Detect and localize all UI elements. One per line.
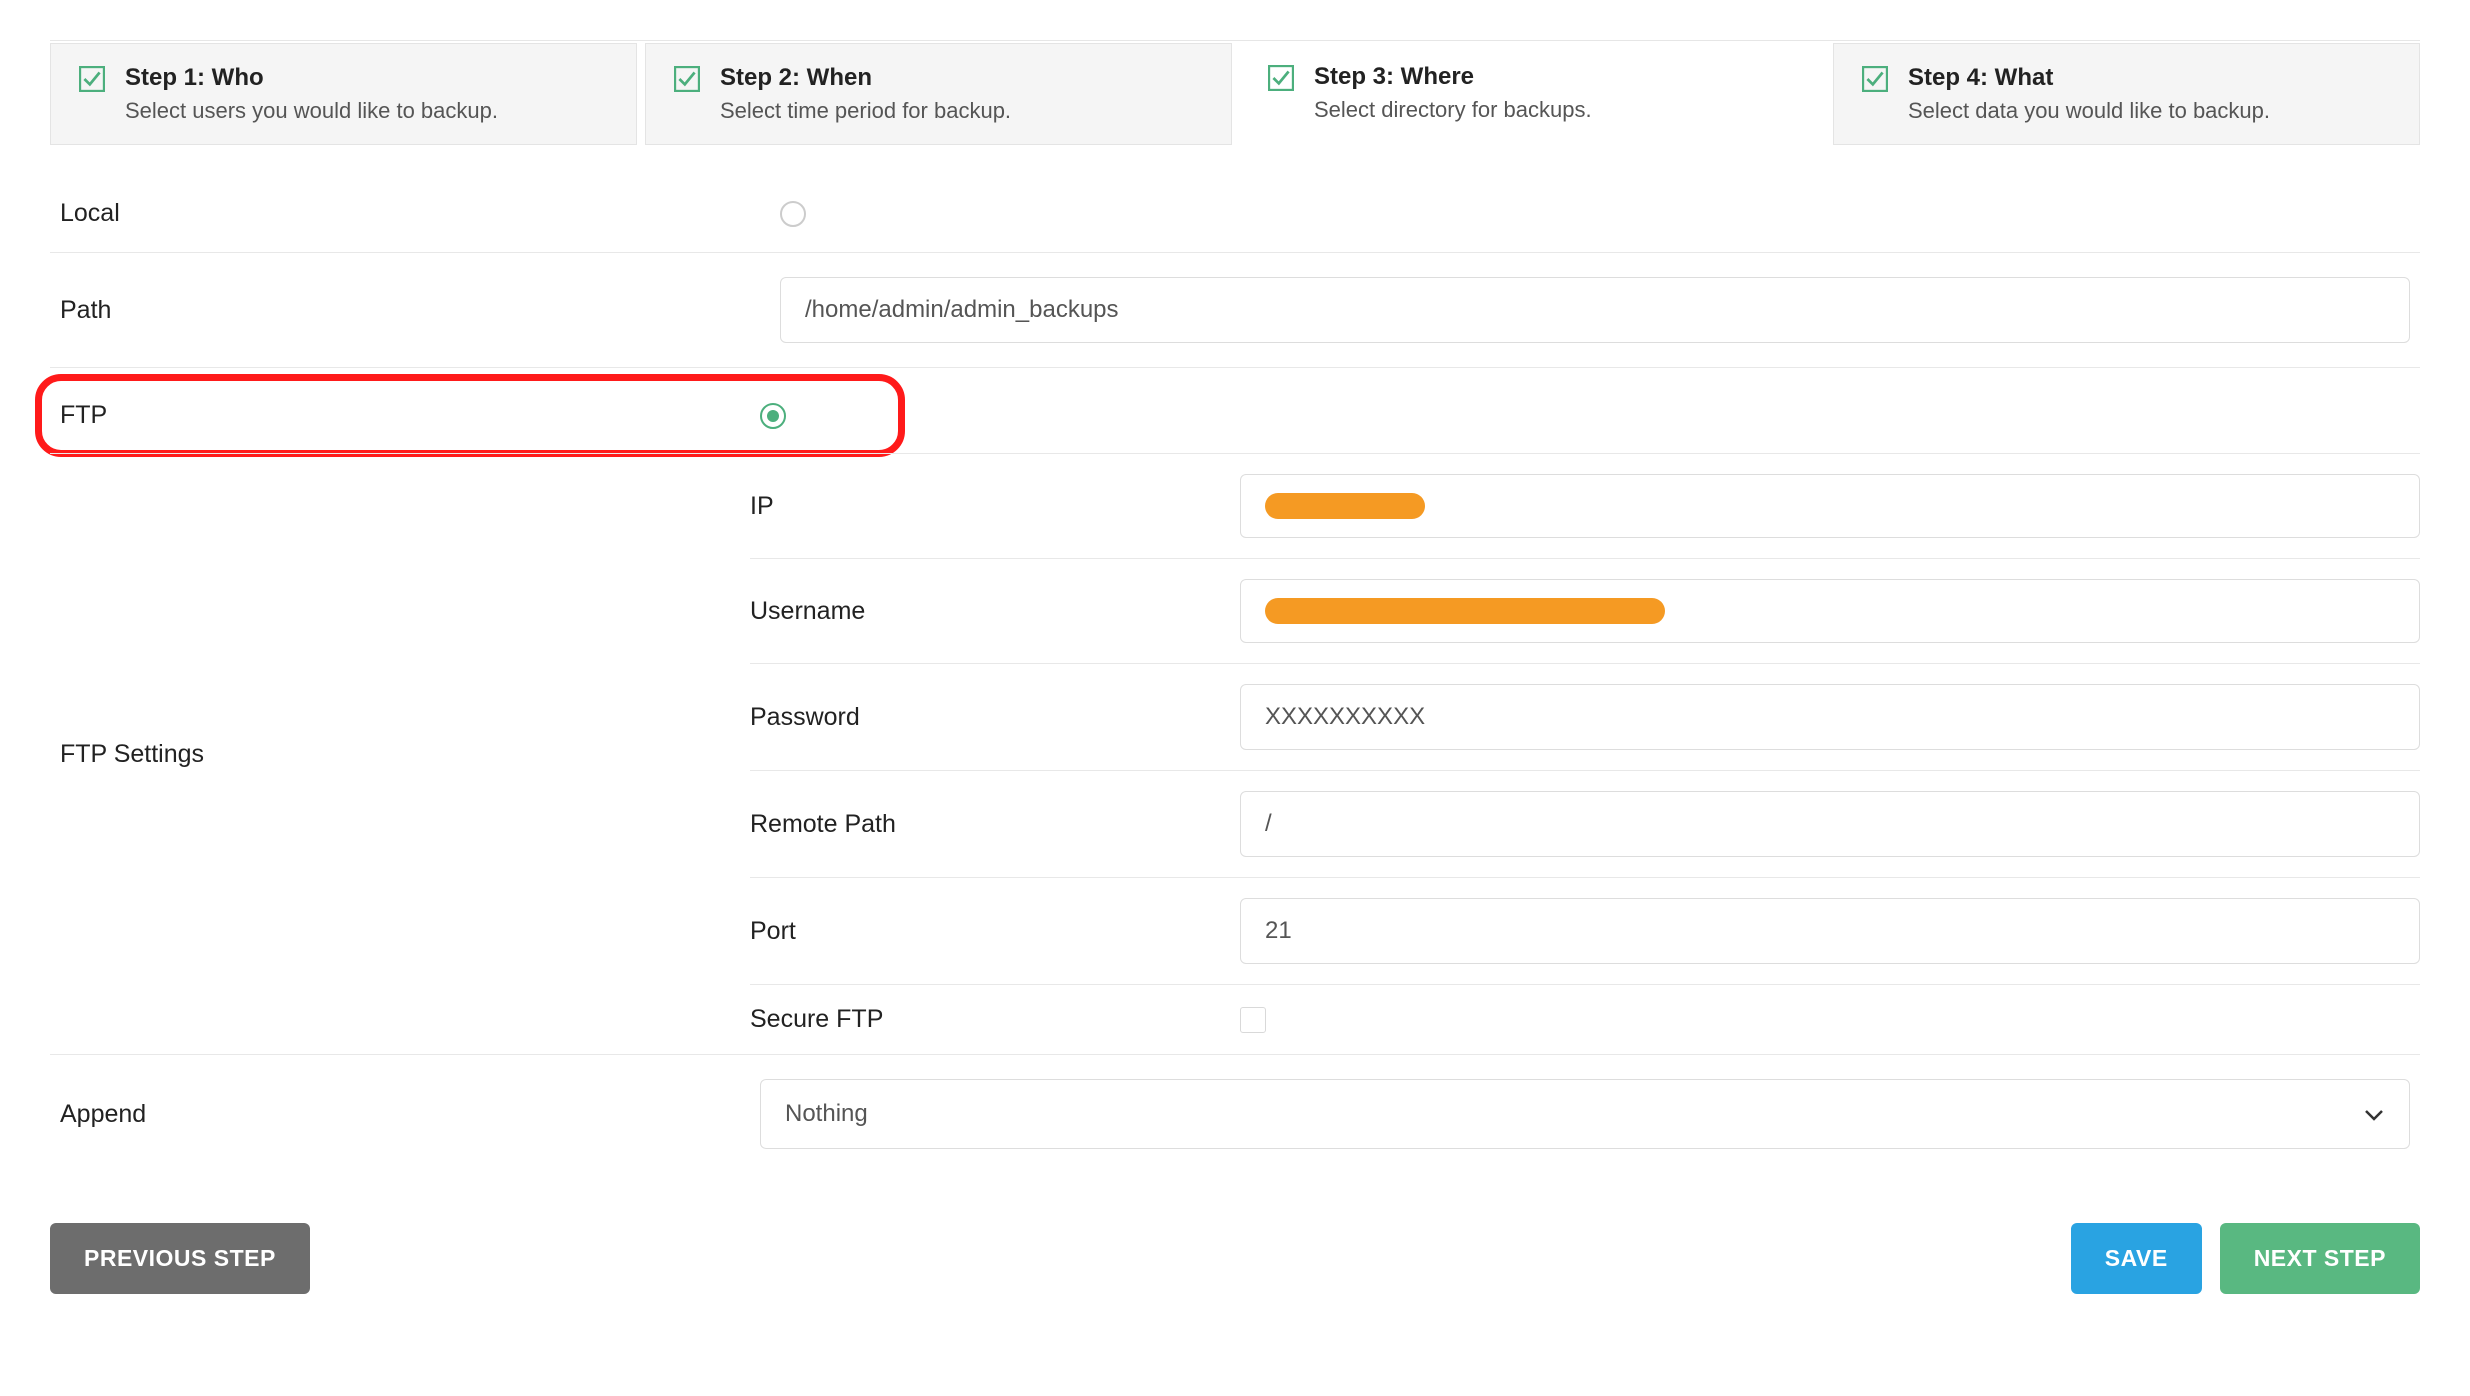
redacted-value: [1265, 493, 1425, 519]
row-ftp: FTP: [50, 381, 890, 450]
ftp-radio[interactable]: [760, 403, 786, 429]
append-label: Append: [60, 1100, 760, 1129]
username-input[interactable]: [1240, 579, 2420, 643]
wizard-steps: Step 1: Who Select users you would like …: [50, 40, 2420, 145]
row-append: Append Nothing: [50, 1055, 2420, 1173]
row-remote-path: Remote Path: [750, 771, 2420, 878]
check-icon: [674, 66, 700, 99]
check-icon: [79, 66, 105, 99]
local-radio[interactable]: [780, 201, 806, 227]
row-password: Password: [750, 664, 2420, 771]
port-input[interactable]: [1240, 898, 2420, 964]
redacted-value: [1265, 598, 1665, 624]
step-where[interactable]: Step 3: Where Select directory for backu…: [1240, 43, 1825, 145]
row-username: Username: [750, 559, 2420, 664]
ftp-row-highlight: FTP: [35, 374, 905, 457]
check-icon: [1268, 65, 1294, 98]
ip-label: IP: [750, 492, 1240, 521]
ftp-label: FTP: [60, 401, 760, 430]
step-title: Step 4: What: [1908, 64, 2270, 92]
row-ip: IP: [750, 454, 2420, 559]
step-title: Step 1: Who: [125, 64, 498, 92]
step-title: Step 3: Where: [1314, 63, 1592, 91]
path-input[interactable]: [780, 277, 2410, 343]
ftp-settings-group: FTP Settings IP Username Passw: [50, 454, 2420, 1055]
previous-step-button[interactable]: PREVIOUS STEP: [50, 1223, 310, 1294]
password-input[interactable]: [1240, 684, 2420, 750]
step-desc: Select time period for backup.: [720, 98, 1011, 124]
username-label: Username: [750, 597, 1240, 626]
append-selected-value: Nothing: [760, 1079, 2410, 1149]
secure-ftp-checkbox[interactable]: [1240, 1007, 1266, 1033]
password-label: Password: [750, 703, 1240, 732]
row-local: Local: [50, 175, 2420, 253]
step-desc: Select users you would like to backup.: [125, 98, 498, 124]
next-step-button[interactable]: NEXT STEP: [2220, 1223, 2420, 1294]
row-secure-ftp: Secure FTP: [750, 985, 2420, 1054]
ip-input[interactable]: [1240, 474, 2420, 538]
step-title: Step 2: When: [720, 64, 1011, 92]
local-label: Local: [60, 199, 780, 228]
step-desc: Select directory for backups.: [1314, 97, 1592, 123]
secure-ftp-label: Secure FTP: [750, 1005, 1240, 1034]
append-select[interactable]: Nothing: [760, 1079, 2410, 1149]
path-label: Path: [60, 296, 780, 325]
row-port: Port: [750, 878, 2420, 985]
port-label: Port: [750, 917, 1240, 946]
row-path: Path: [50, 253, 2420, 368]
ftp-settings-highlight: FTP Settings IP Username Passw: [50, 454, 2420, 1173]
step-what[interactable]: Step 4: What Select data you would like …: [1833, 43, 2420, 145]
remote-path-label: Remote Path: [750, 810, 1240, 839]
step-desc: Select data you would like to backup.: [1908, 98, 2270, 124]
ftp-settings-label: FTP Settings: [50, 454, 750, 1054]
save-button[interactable]: SAVE: [2071, 1223, 2202, 1294]
step-when[interactable]: Step 2: When Select time period for back…: [645, 43, 1232, 145]
remote-path-input[interactable]: [1240, 791, 2420, 857]
footer-bar: PREVIOUS STEP SAVE NEXT STEP: [50, 1223, 2420, 1294]
step-who[interactable]: Step 1: Who Select users you would like …: [50, 43, 637, 145]
check-icon: [1862, 66, 1888, 99]
